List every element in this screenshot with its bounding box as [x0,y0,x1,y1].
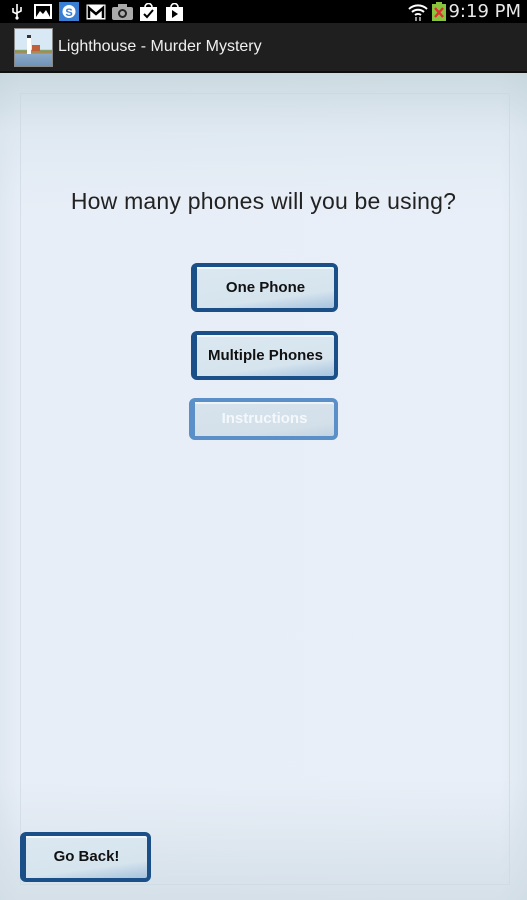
gallery-icon [33,3,53,20]
multiple-phones-button[interactable]: Multiple Phones [191,331,338,380]
store-download-icon [139,2,158,21]
app-title: Lighthouse - Murder Mystery [58,38,262,55]
usb-icon [9,3,25,20]
lighthouse-house-icon [32,45,40,51]
question-heading: How many phones will you be using? [70,188,457,214]
go-back-button[interactable]: Go Back! [20,832,151,882]
action-bar: Lighthouse - Murder Mystery [0,23,527,73]
gmail-icon [86,3,106,20]
instructions-button[interactable]: Instructions [189,398,338,440]
lighthouse-tower-icon [27,35,31,54]
one-phone-button[interactable]: One Phone [191,263,338,312]
svg-text:S: S [65,7,72,19]
camera-icon [112,3,133,20]
main-content: How many phones will you be using? One P… [0,73,527,900]
wifi-icon [408,3,428,21]
play-store-icon [165,2,184,21]
clock: 9:19 PM [448,1,521,22]
battery-charging-error-icon [432,2,446,21]
status-bar: S 9:19 PM [0,0,527,23]
lighthouse-app-icon[interactable] [14,28,53,67]
skype-icon: S [59,2,79,21]
